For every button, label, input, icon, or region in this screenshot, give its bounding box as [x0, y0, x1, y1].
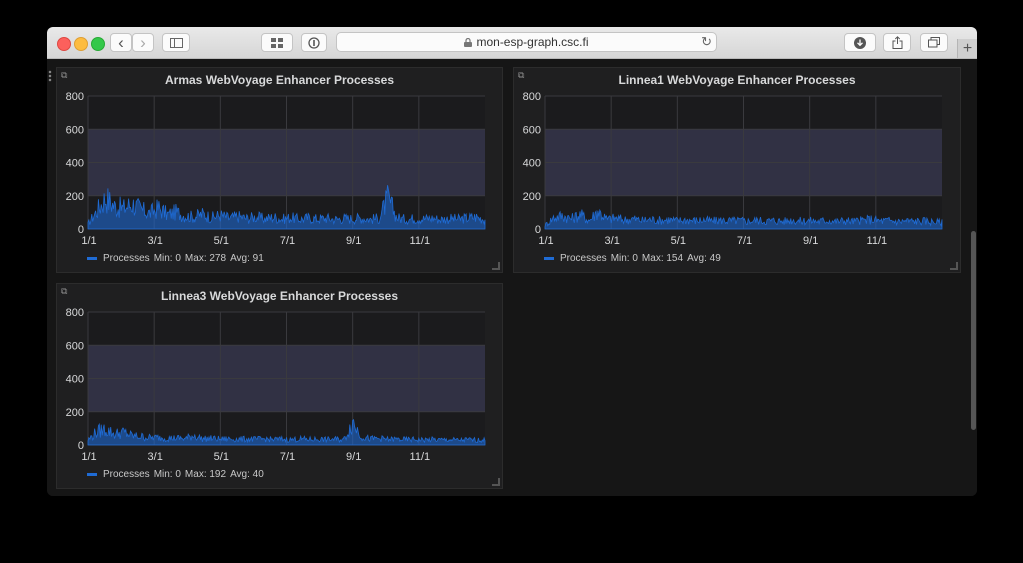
chart-linnea1: 02004006008001/1 3/1 5/1 7/1 9/1 11/1 — [523, 91, 943, 247]
minimize-window-button[interactable] — [74, 37, 88, 51]
x-tick-label: 7/1 — [737, 235, 752, 247]
sidebar-icon — [169, 37, 183, 48]
page-scrollbar[interactable] — [971, 231, 976, 430]
forward-button[interactable]: › — [132, 33, 154, 52]
y-tick-label: 800 — [66, 307, 84, 319]
y-tick-label: 800 — [66, 91, 84, 103]
legend-min: Min: 0 — [610, 253, 638, 264]
y-tick-label: 200 — [523, 191, 541, 203]
y-tick-label: 200 — [66, 407, 84, 419]
downloads-button[interactable] — [844, 33, 876, 52]
panel-armas: ⧉ Armas WebVoyage Enhancer Processes 0 20… — [56, 67, 503, 273]
x-tick-label: 5/1 — [214, 235, 229, 247]
panel-linnea3: ⧉ Linnea3 WebVoyage Enhancer Processes 0… — [56, 283, 503, 489]
new-tab-button[interactable]: + — [957, 39, 977, 58]
zoom-window-button[interactable] — [91, 37, 105, 51]
legend-min: Min: 0 — [153, 469, 181, 480]
chevron-right-icon: › — [140, 33, 146, 52]
info-icon — [308, 36, 320, 49]
legend-swatch — [87, 257, 97, 260]
chart-linnea3: 02004006008001/1 3/1 5/1 7/1 9/1 11/1 — [66, 307, 486, 463]
tab-overview-button[interactable] — [920, 33, 948, 52]
panel-resize-handle[interactable] — [492, 478, 500, 486]
legend-avg: Avg: 40 — [230, 469, 264, 480]
sidebar-toggle-button[interactable] — [162, 33, 190, 52]
x-tick-label: 3/1 — [148, 235, 163, 247]
y-tick-label: 400 — [523, 158, 541, 170]
browser-window: ‹ › mon-esp-graph.csc.fi ↻ + ⧉ Armas Web… — [47, 27, 977, 496]
panel-legend: Processes Min: 0 Max: 192 Avg: 40 — [87, 469, 264, 480]
x-tick-label: 7/1 — [280, 235, 295, 247]
chevron-left-icon: ‹ — [118, 33, 124, 52]
x-tick-label: 11/1 — [867, 235, 888, 247]
x-tick-label: 5/1 — [214, 451, 229, 463]
y-tick-label: 400 — [66, 374, 84, 386]
y-tick-label: 200 — [66, 191, 84, 203]
x-tick-label: 9/1 — [346, 451, 361, 463]
x-tick-label: 9/1 — [803, 235, 818, 247]
legend-swatch — [87, 473, 97, 476]
x-tick-label: 7/1 — [280, 451, 295, 463]
top-sites-button[interactable] — [261, 33, 293, 52]
x-tick-label: 9/1 — [346, 235, 361, 247]
address-bar[interactable]: mon-esp-graph.csc.fi ↻ — [336, 32, 717, 52]
legend-swatch — [544, 257, 554, 260]
share-icon — [892, 36, 902, 49]
y-tick-label: 800 — [523, 91, 541, 103]
y-tick-label: 400 — [66, 158, 84, 170]
x-tick-label: 3/1 — [605, 235, 620, 247]
panel-linnea1: ⧉ Linnea1 WebVoyage Enhancer Processes 0… — [513, 67, 961, 273]
panel-resize-handle[interactable] — [950, 262, 958, 270]
x-tick-label: 5/1 — [671, 235, 686, 247]
legend-max: Max: 278 — [184, 253, 227, 264]
row-drag-handle[interactable] — [48, 70, 52, 82]
legend-series-name[interactable]: Processes — [103, 469, 150, 480]
y-tick-label: 600 — [66, 340, 84, 352]
lock-icon — [464, 37, 473, 47]
x-tick-label: 11/1 — [410, 235, 431, 247]
legend-max: Max: 154 — [641, 253, 684, 264]
legend-max: Max: 192 — [184, 469, 227, 480]
legend-avg: Avg: 91 — [230, 253, 264, 264]
reader-info-button[interactable] — [301, 33, 327, 52]
x-tick-label: 1/1 — [81, 235, 96, 247]
download-icon — [854, 36, 866, 49]
y-tick-label: 600 — [523, 124, 541, 136]
back-button[interactable]: ‹ — [110, 33, 132, 52]
close-window-button[interactable] — [57, 37, 71, 51]
x-tick-label: 11/1 — [410, 451, 431, 463]
legend-min: Min: 0 — [153, 253, 181, 264]
panel-resize-handle[interactable] — [492, 262, 500, 270]
x-tick-label: 3/1 — [148, 451, 163, 463]
y-tick-label: 600 — [66, 124, 84, 136]
dashboard: ⧉ Armas WebVoyage Enhancer Processes 0 20… — [47, 59, 977, 496]
share-button[interactable] — [883, 33, 911, 52]
chart-armas: 02004006008001/1 3/1 5/1 7/1 9/1 11/1 — [66, 91, 486, 247]
url-text: mon-esp-graph.csc.fi — [476, 35, 589, 49]
tabs-icon — [928, 37, 940, 48]
browser-toolbar: ‹ › mon-esp-graph.csc.fi ↻ + — [47, 27, 977, 59]
legend-avg: Avg: 49 — [687, 253, 721, 264]
panel-legend: Processes Min: 0 Max: 154 Avg: 49 — [544, 253, 721, 264]
x-tick-label: 1/1 — [81, 451, 96, 463]
legend-series-name[interactable]: Processes — [560, 253, 607, 264]
legend-series-name[interactable]: Processes — [103, 253, 150, 264]
reload-icon[interactable]: ↻ — [701, 34, 712, 50]
x-tick-label: 1/1 — [538, 235, 553, 247]
panel-legend: Processes Min: 0 Max: 278 Avg: 91 — [87, 253, 264, 264]
grid-icon — [271, 37, 283, 48]
